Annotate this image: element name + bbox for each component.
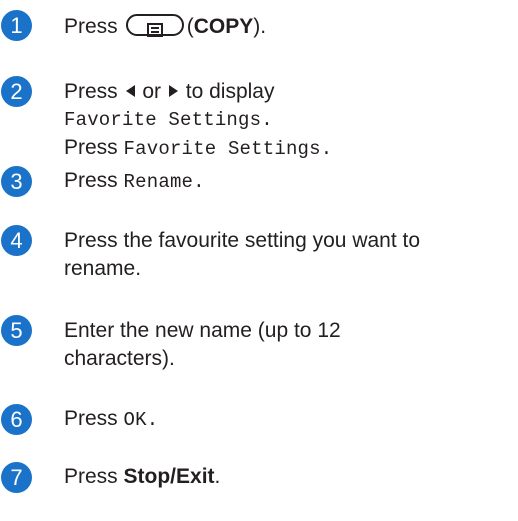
step-7-text: Press Stop/Exit. [64, 465, 221, 488]
step-number-badge: 4 [1, 225, 32, 256]
step-number-badge: 7 [1, 462, 32, 493]
step-number-badge: 3 [1, 166, 32, 197]
step-number-badge: 5 [1, 315, 32, 346]
step-number-badge: 6 [1, 404, 32, 435]
step-2-line-2: Favorite Settings. [64, 109, 273, 131]
step-6-text: Press OK. [64, 407, 159, 431]
step-5-line-1: Enter the new name (up to 12 [64, 319, 341, 342]
left-arrow-icon [125, 85, 135, 97]
step-number-badge: 1 [1, 10, 32, 41]
step-3-text: Press Rename. [64, 169, 205, 193]
copy-key-icon [125, 14, 184, 37]
step-2-line-1: Press or to display [64, 80, 275, 103]
step-number-badge: 2 [1, 76, 32, 107]
copy-label: COPY [193, 15, 254, 38]
step-2-line-3: Press Favorite Settings. [64, 136, 333, 160]
right-arrow-icon [168, 85, 178, 97]
step-5-line-2: characters). [64, 347, 175, 370]
step-1-text: Press (COPY). [64, 14, 267, 38]
step-4-line-2: rename. [64, 257, 142, 280]
stop-exit-label: Stop/Exit [123, 465, 215, 488]
step-4-line-1: Press the favourite setting you want to [64, 229, 421, 252]
